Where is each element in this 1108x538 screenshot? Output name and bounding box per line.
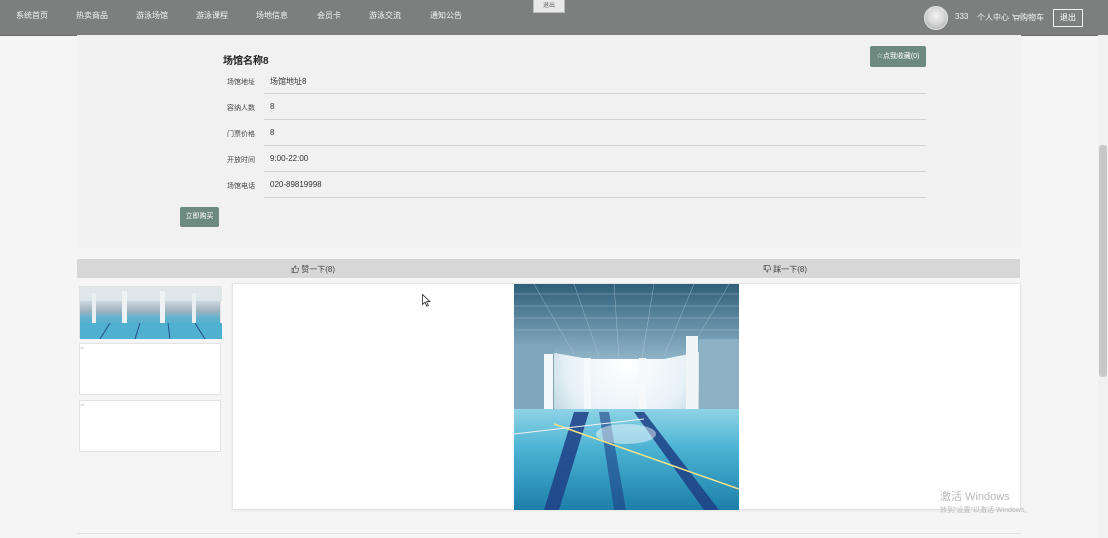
scrollbar-thumb[interactable]	[1099, 145, 1107, 377]
cart-link[interactable]: 购物车	[1012, 12, 1044, 23]
nav-membership-card[interactable]: 会员卡	[317, 10, 341, 21]
watermark-line2: 转到"设置"以激活 Windows。	[940, 507, 1032, 514]
mouse-pointer-icon	[422, 294, 431, 307]
pool-thumbnail-image	[80, 287, 222, 339]
bottom-divider	[77, 533, 1021, 534]
row-divider	[264, 145, 926, 146]
nav-swimming-venues[interactable]: 游泳场馆	[136, 10, 168, 21]
nav-center-tab[interactable]: 退出	[533, 0, 565, 13]
venue-info-panel: 场馆名称8 ☆点我收藏(0) 场馆地址 场馆地址8 容纳人数 8 门票价格 8 …	[77, 35, 1021, 248]
pool-main-image	[514, 284, 739, 510]
info-row-capacity: 容纳人数 8	[77, 95, 927, 121]
dislike-label: 踩一下(8)	[773, 265, 808, 274]
thumbs-up-icon	[291, 265, 299, 273]
profile-link[interactable]: 个人中心	[977, 12, 1009, 23]
row-divider	[264, 93, 926, 94]
thumbnail-2[interactable]: ▫	[79, 343, 221, 395]
row-divider	[264, 119, 926, 120]
nav-hot-products[interactable]: 热卖商品	[76, 10, 108, 21]
info-row-phone: 场馆电话 020-89819998	[77, 173, 927, 199]
info-label: 场馆电话	[227, 183, 255, 190]
nav-swimming-courses[interactable]: 游泳课程	[196, 10, 228, 21]
broken-image-icon: ▫	[81, 345, 84, 352]
like-label: 赞一下(8)	[301, 265, 336, 274]
windows-activation-watermark: 激活 Windows 转到"设置"以激活 Windows。	[940, 488, 1031, 515]
nav-home[interactable]: 系统首页	[16, 10, 48, 21]
logout-button[interactable]: 退出	[1053, 9, 1083, 27]
info-label: 门票价格	[227, 131, 255, 138]
row-divider	[264, 171, 926, 172]
thumbnail-1[interactable]	[79, 286, 222, 339]
info-label: 容纳人数	[227, 105, 255, 112]
watermark-line1: 激活 Windows	[940, 491, 1010, 503]
row-divider	[264, 197, 926, 198]
vote-bar: 赞一下(8) 踩一下(8)	[77, 259, 1020, 278]
buy-now-button[interactable]: 立即购买	[180, 207, 219, 227]
info-value: 8	[270, 102, 275, 111]
info-label: 开放时间	[227, 157, 255, 164]
info-value: 9:00-22:00	[270, 154, 309, 163]
info-row-price: 门票价格 8	[77, 121, 927, 147]
username: 333	[955, 12, 969, 21]
venue-title: 场馆名称8	[223, 56, 269, 67]
thumbs-down-icon	[763, 265, 771, 273]
top-navbar: 系统首页 热卖商品 游泳场馆 游泳课程 场地信息 会员卡 游泳交流 通知公告 退…	[0, 0, 1108, 36]
info-row-hours: 开放时间 9:00-22:00	[77, 147, 927, 173]
info-value: 场馆地址8	[270, 77, 307, 86]
cart-label: 购物车	[1020, 13, 1044, 22]
info-value: 020-89819998	[270, 180, 322, 189]
dislike-button[interactable]: 踩一下(8)	[763, 264, 807, 275]
thumbnail-3[interactable]: ▫	[79, 400, 221, 452]
info-value: 8	[270, 128, 275, 137]
nav-site-info[interactable]: 场地信息	[256, 10, 288, 21]
like-button[interactable]: 赞一下(8)	[291, 264, 335, 275]
user-avatar[interactable]	[924, 6, 948, 30]
info-label: 场馆地址	[227, 79, 255, 86]
cart-icon	[1012, 14, 1021, 21]
nav-swimming-forum[interactable]: 游泳交流	[369, 10, 401, 21]
favorite-button[interactable]: ☆点我收藏(0)	[870, 46, 926, 67]
nav-announcements[interactable]: 通知公告	[430, 10, 462, 21]
info-row-address: 场馆地址 场馆地址8	[77, 69, 927, 95]
broken-image-icon: ▫	[81, 402, 84, 409]
